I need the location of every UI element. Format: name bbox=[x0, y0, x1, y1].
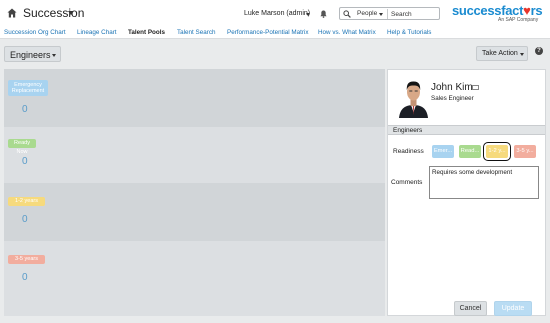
help-icon[interactable]: ? bbox=[535, 47, 543, 55]
employee-title: Sales Engineer bbox=[431, 95, 474, 102]
readiness-rows: Emergency Replacement 0 Ready Now 0 1-2 … bbox=[4, 69, 385, 316]
row-3-5-years[interactable]: 3-5 years 0 bbox=[4, 241, 385, 316]
row-count: 0 bbox=[22, 214, 28, 225]
nav-performance-potential-matrix[interactable]: Performance-Potential Matrix bbox=[227, 29, 309, 36]
comments-label: Comments bbox=[391, 179, 423, 186]
logo-tagline: An SAP Company bbox=[498, 17, 539, 23]
nav-help-tutorials[interactable]: Help & Tutorials bbox=[387, 29, 431, 36]
chevron-down-icon[interactable] bbox=[379, 13, 383, 16]
take-action-button[interactable]: Take Action bbox=[476, 46, 528, 61]
profile-card-icon[interactable] bbox=[472, 85, 479, 90]
employee-name[interactable]: John Kim bbox=[431, 82, 473, 93]
logo-wordmark: successfact♥rs bbox=[452, 3, 543, 18]
pool-section-header: Engineers bbox=[388, 125, 545, 135]
cancel-button[interactable]: Cancel bbox=[454, 301, 487, 316]
readiness-label: Readiness bbox=[393, 148, 424, 155]
row-ready-now[interactable]: Ready Now 0 bbox=[4, 127, 385, 183]
readiness-option-ready-now[interactable]: Read... bbox=[459, 145, 481, 158]
user-menu[interactable]: Luke Marson (admin) bbox=[244, 10, 310, 17]
nav-talent-pools[interactable]: Talent Pools bbox=[128, 29, 165, 36]
chevron-down-icon[interactable] bbox=[306, 13, 310, 16]
nav-succession-org-chart[interactable]: Succession Org Chart bbox=[4, 29, 66, 36]
talent-pool-label: Engineers bbox=[10, 50, 51, 60]
chevron-down-icon bbox=[52, 54, 56, 57]
comments-field[interactable]: Requires some development bbox=[429, 166, 539, 199]
home-icon[interactable] bbox=[7, 8, 17, 18]
nav-talent-search[interactable]: Talent Search bbox=[177, 29, 216, 36]
search-scope-select[interactable]: People bbox=[357, 10, 377, 17]
employee-photo bbox=[397, 77, 430, 118]
search-box: People bbox=[339, 7, 440, 20]
nav-how-vs-what-matrix[interactable]: How vs. What Matrix bbox=[318, 29, 376, 36]
take-action-label: Take Action bbox=[482, 50, 518, 57]
row-1-2-years[interactable]: 1-2 years 0 bbox=[4, 183, 385, 241]
update-button[interactable]: Update bbox=[494, 301, 532, 316]
search-icon[interactable] bbox=[343, 10, 351, 18]
employee-detail-panel: John Kim Sales Engineer Engineers Readin… bbox=[387, 69, 546, 316]
row-count: 0 bbox=[22, 156, 28, 167]
pool-section-label: Engineers bbox=[393, 127, 423, 134]
search-input[interactable] bbox=[387, 9, 438, 19]
chevron-down-icon[interactable] bbox=[68, 11, 74, 15]
company-logo: successfact♥rs An SAP Company bbox=[452, 3, 547, 25]
bell-icon[interactable] bbox=[320, 10, 327, 18]
nav-lineage-chart[interactable]: Lineage Chart bbox=[77, 29, 117, 36]
readiness-chip: 3-5 years bbox=[8, 255, 45, 264]
readiness-option-emergency[interactable]: Emer... bbox=[432, 145, 454, 158]
talent-pool-dropdown[interactable]: Engineers bbox=[4, 46, 61, 62]
readiness-option-1-2-years[interactable]: 1-2 y... bbox=[483, 142, 511, 161]
readiness-chip: Ready Now bbox=[8, 139, 36, 155]
readiness-chip: 1-2 years bbox=[8, 197, 45, 206]
top-header: Succession Luke Marson (admin) People su… bbox=[0, 0, 550, 27]
row-emergency-replacement[interactable]: Emergency Replacement 0 bbox=[4, 69, 385, 127]
app-title[interactable]: Succession bbox=[23, 6, 84, 20]
row-count: 0 bbox=[22, 272, 28, 283]
row-count: 0 bbox=[22, 104, 28, 115]
chevron-down-icon bbox=[520, 53, 524, 56]
readiness-chip: Emergency Replacement bbox=[8, 80, 48, 96]
main-nav: Succession Org Chart Lineage Chart Talen… bbox=[0, 27, 550, 39]
readiness-option-3-5-years[interactable]: 3-5 y... bbox=[514, 145, 536, 158]
